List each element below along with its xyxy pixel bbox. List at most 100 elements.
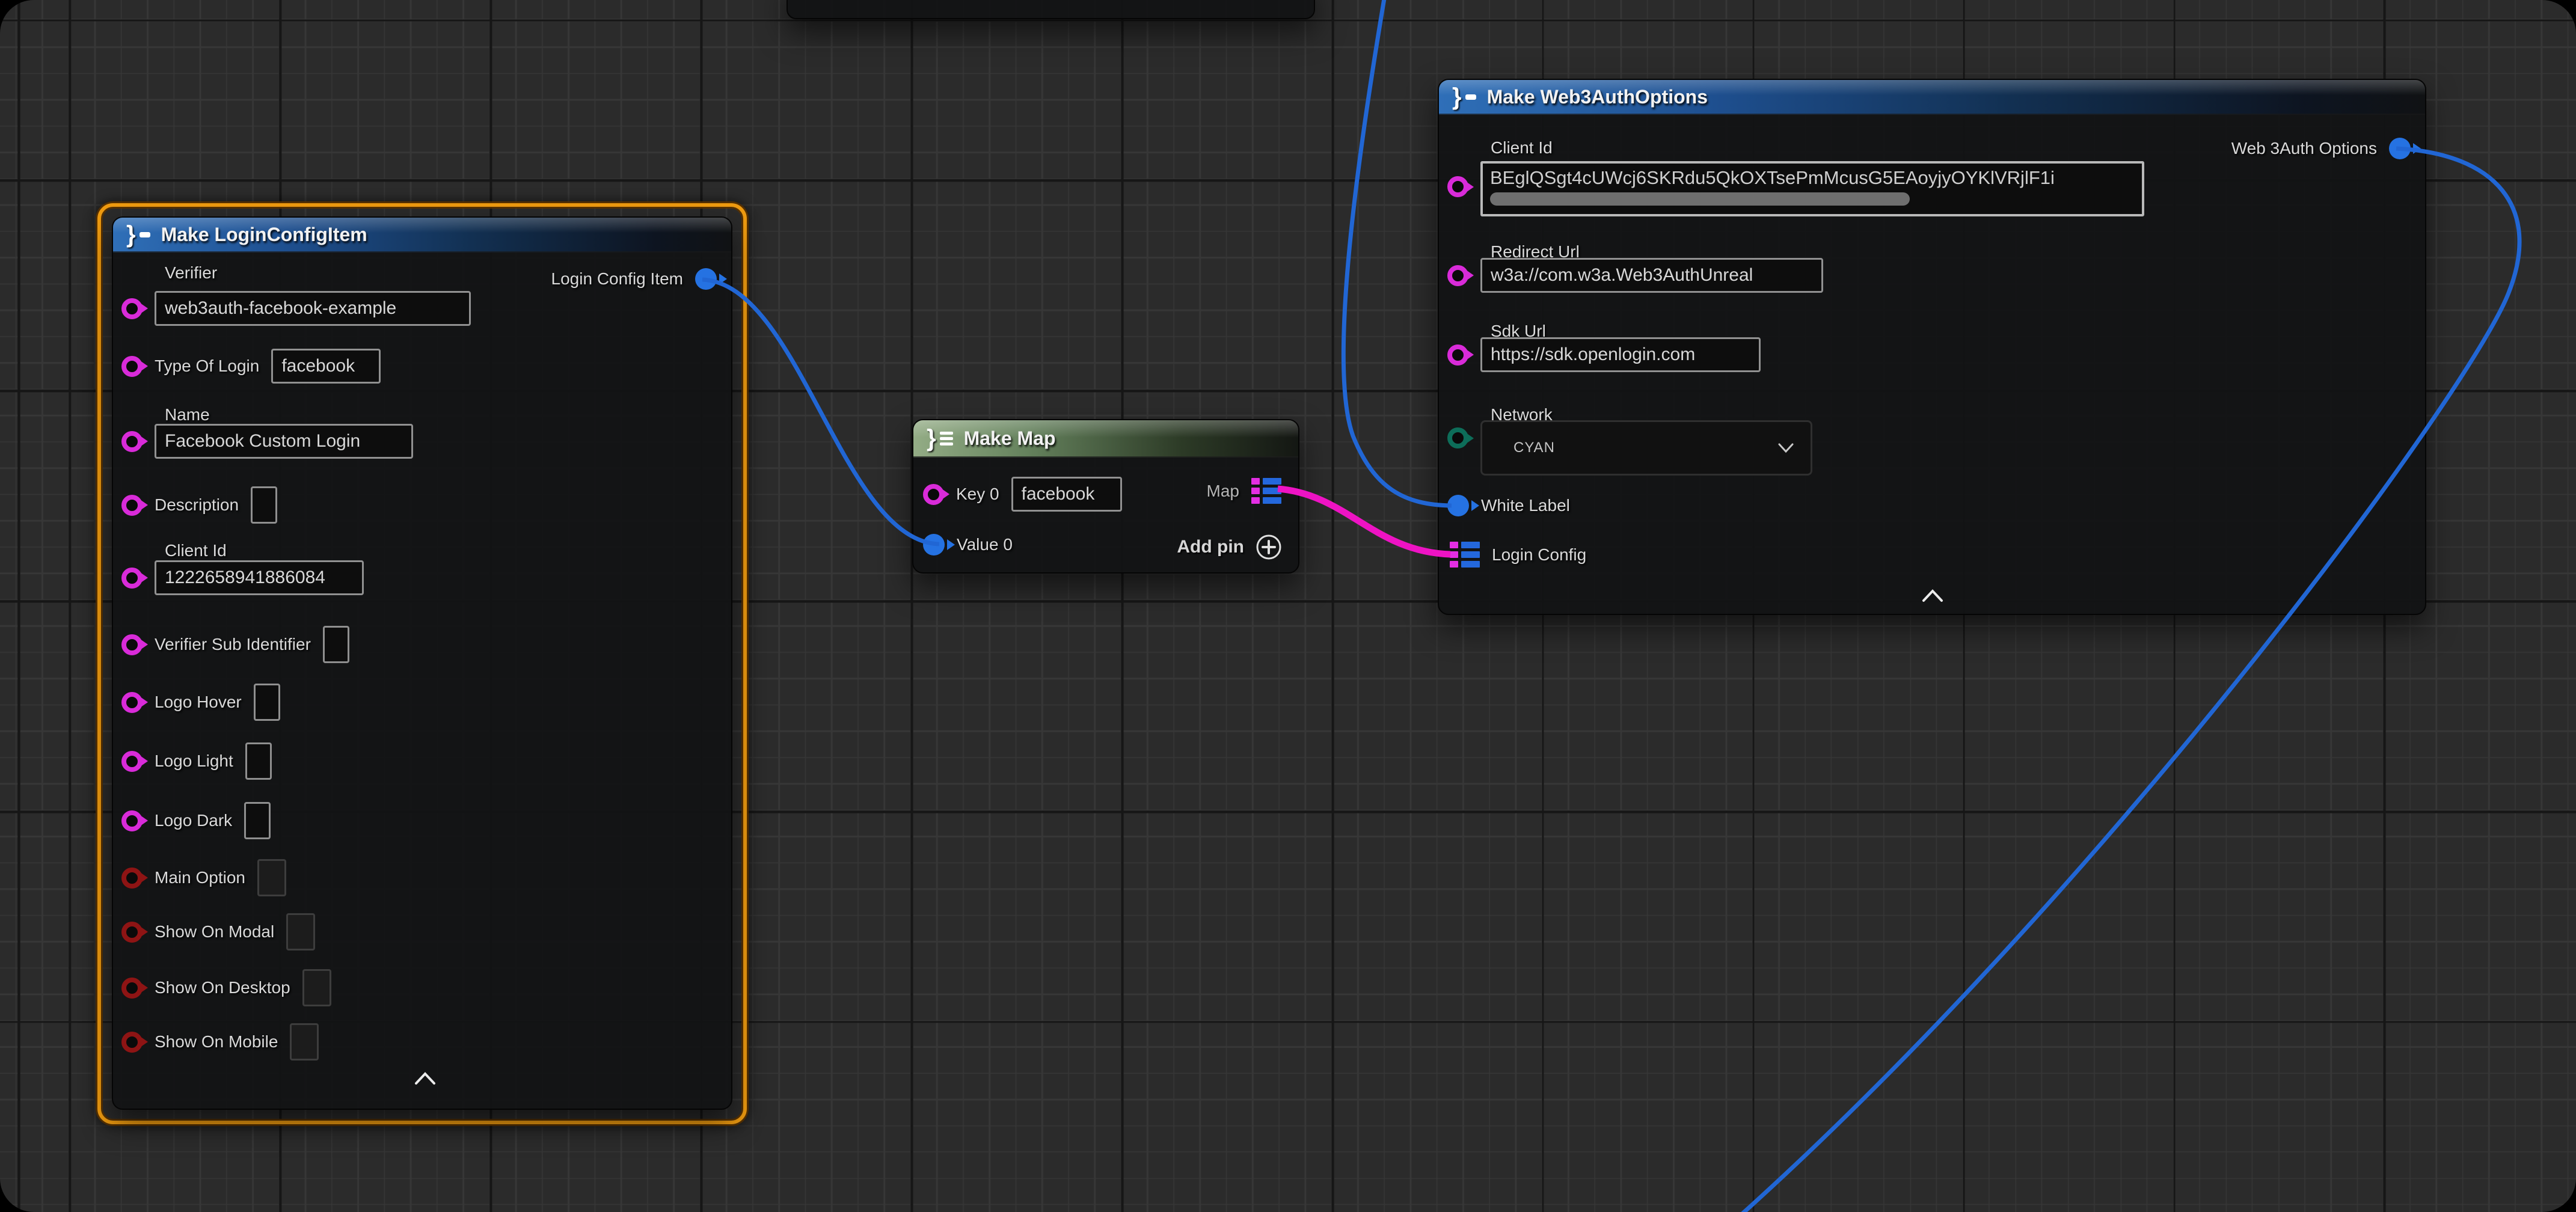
add-pin-button[interactable]: Add pin: [1177, 533, 1283, 561]
map-output-pin[interactable]: [1251, 478, 1281, 504]
field-scrollbar[interactable]: [1490, 192, 1910, 206]
pin-row: Verifier Sub Identifier: [121, 626, 349, 663]
output-pin-label: Login Config Item: [551, 269, 683, 289]
client-id-text: BEglQSgt4cUWcj6SKRdu5QkOXTsePmMcusG5EAoy…: [1490, 167, 2055, 188]
pin-label: Logo Hover: [155, 693, 242, 712]
show-on-desktop-pin[interactable]: [121, 978, 143, 999]
sdk-url-input[interactable]: https://sdk.openlogin.com: [1480, 337, 1761, 372]
client-id-input[interactable]: 1222658941886084: [155, 560, 364, 595]
node-header[interactable]: } Make LoginConfigItem: [113, 218, 731, 252]
verifier-input[interactable]: web3auth-facebook-example: [155, 291, 471, 326]
type-of-login-input[interactable]: facebook: [271, 349, 381, 384]
type-of-login-pin[interactable]: [121, 356, 143, 377]
logo-hover-pin[interactable]: [121, 692, 143, 713]
redirect-url-input[interactable]: w3a://com.w3a.Web3AuthUnreal: [1480, 258, 1823, 293]
logo-light-input[interactable]: [245, 742, 272, 780]
pin-label: Show On Modal: [155, 922, 274, 941]
output-row: Map: [1207, 478, 1281, 504]
node-title: Make Map: [964, 427, 1056, 450]
pin-row: Key 0 facebook: [923, 477, 1122, 512]
name-input[interactable]: Facebook Custom Login: [155, 424, 413, 459]
pin-row: Show On Mobile: [121, 1023, 319, 1060]
verifier-sub-identifier-pin[interactable]: [121, 634, 143, 655]
network-value: CYAN: [1513, 439, 1555, 456]
pin-row: Logo Hover: [121, 684, 280, 721]
pin-row: https://sdk.openlogin.com: [1447, 337, 1761, 372]
pin-label: Main Option: [155, 868, 245, 887]
wire-map-to-loginconfig[interactable]: [1278, 489, 1450, 554]
map-output-label: Map: [1207, 482, 1239, 501]
redirect-url-pin[interactable]: [1447, 265, 1468, 286]
client-id-input[interactable]: BEglQSgt4cUWcj6SKRdu5QkOXTsePmMcusG5EAoy…: [1480, 161, 2144, 216]
pin-row: 1222658941886084: [121, 560, 364, 595]
chevron-down-icon: [1777, 442, 1795, 454]
pin-label: Client Id: [1491, 138, 1553, 158]
logo-light-pin[interactable]: [121, 751, 143, 772]
pin-label: Verifier: [165, 263, 217, 283]
key0-input[interactable]: facebook: [1011, 477, 1122, 512]
pin-row: White Label: [1447, 495, 1570, 516]
pin-label: Client Id: [165, 541, 227, 560]
login-config-item-output-pin[interactable]: [695, 268, 717, 290]
main-option-checkbox[interactable]: [257, 859, 286, 896]
description-input[interactable]: [251, 486, 277, 524]
pin-label: Description: [155, 495, 239, 515]
node-make-loginconfigitem[interactable]: } Make LoginConfigItem Login Config Item…: [112, 216, 732, 1110]
make-struct-icon: }: [1452, 85, 1476, 109]
collapse-chevron-icon[interactable]: [1920, 585, 1945, 608]
pin-row: Show On Modal: [121, 913, 315, 950]
verifier-pin[interactable]: [121, 298, 143, 319]
node-make-web3authoptions[interactable]: } Make Web3AuthOptions Web 3Auth Options…: [1438, 79, 2426, 615]
client-id-pin[interactable]: [121, 568, 143, 589]
node-header[interactable]: } Make Map: [913, 420, 1298, 458]
make-map-icon: }: [927, 426, 953, 450]
node-header[interactable]: } Make Web3AuthOptions: [1439, 80, 2425, 115]
show-on-mobile-checkbox[interactable]: [290, 1023, 319, 1060]
pin-label: Logo Dark: [155, 811, 232, 830]
blueprint-graph-canvas[interactable]: } Make LoginConfigItem Login Config Item…: [0, 0, 2576, 1212]
pin-row: Show On Desktop: [121, 969, 331, 1006]
main-option-pin[interactable]: [121, 868, 143, 889]
output-row: Login Config Item: [551, 268, 717, 290]
pin-row: BEglQSgt4cUWcj6SKRdu5QkOXTsePmMcusG5EAoy…: [1447, 161, 2144, 216]
pin-label: Login Config: [1492, 545, 1586, 565]
pin-label: Key 0: [956, 485, 999, 504]
output-row: Web 3Auth Options: [2231, 138, 2411, 159]
sdk-url-pin[interactable]: [1447, 344, 1468, 366]
logo-dark-pin[interactable]: [121, 810, 143, 831]
logo-dark-input[interactable]: [244, 802, 271, 839]
pin-row: Value 0: [923, 534, 1013, 556]
pin-label: Value 0: [957, 535, 1013, 554]
key0-pin[interactable]: [923, 484, 944, 505]
network-pin[interactable]: [1447, 427, 1468, 448]
white-label-pin[interactable]: [1447, 495, 1469, 516]
show-on-modal-pin[interactable]: [121, 922, 143, 943]
pin-row: Login Config: [1450, 542, 1586, 568]
pin-label: Show On Mobile: [155, 1032, 278, 1051]
add-pin-label: Add pin: [1177, 537, 1244, 557]
collapse-chevron-icon[interactable]: [412, 1068, 438, 1091]
client-id-pin[interactable]: [1447, 176, 1468, 197]
show-on-desktop-checkbox[interactable]: [302, 969, 331, 1006]
offscreen-node[interactable]: [787, 0, 1315, 19]
login-config-pin[interactable]: [1450, 542, 1480, 568]
show-on-mobile-pin[interactable]: [121, 1032, 143, 1053]
pin-label: Name: [165, 405, 210, 424]
pin-label: Verifier Sub Identifier: [155, 635, 311, 654]
pin-row: Description: [121, 486, 277, 524]
wire-top-to-whitelabel[interactable]: [1343, 0, 1452, 506]
show-on-modal-checkbox[interactable]: [286, 913, 315, 950]
web3auth-options-output-pin[interactable]: [2389, 138, 2411, 159]
name-pin[interactable]: [121, 431, 143, 452]
network-dropdown[interactable]: CYAN: [1480, 420, 1812, 476]
pin-label: Show On Desktop: [155, 978, 290, 997]
pin-label: White Label: [1481, 496, 1570, 515]
node-make-map[interactable]: } Make Map Key 0 facebook Map Value 0 Ad…: [912, 419, 1299, 574]
value0-pin[interactable]: [923, 534, 945, 556]
node-title: Make Web3AuthOptions: [1487, 86, 1708, 108]
description-pin[interactable]: [121, 495, 143, 516]
logo-hover-input[interactable]: [254, 684, 280, 721]
output-pin-label: Web 3Auth Options: [2231, 139, 2377, 158]
verifier-sub-identifier-input[interactable]: [323, 626, 349, 663]
make-struct-icon: }: [126, 222, 150, 246]
